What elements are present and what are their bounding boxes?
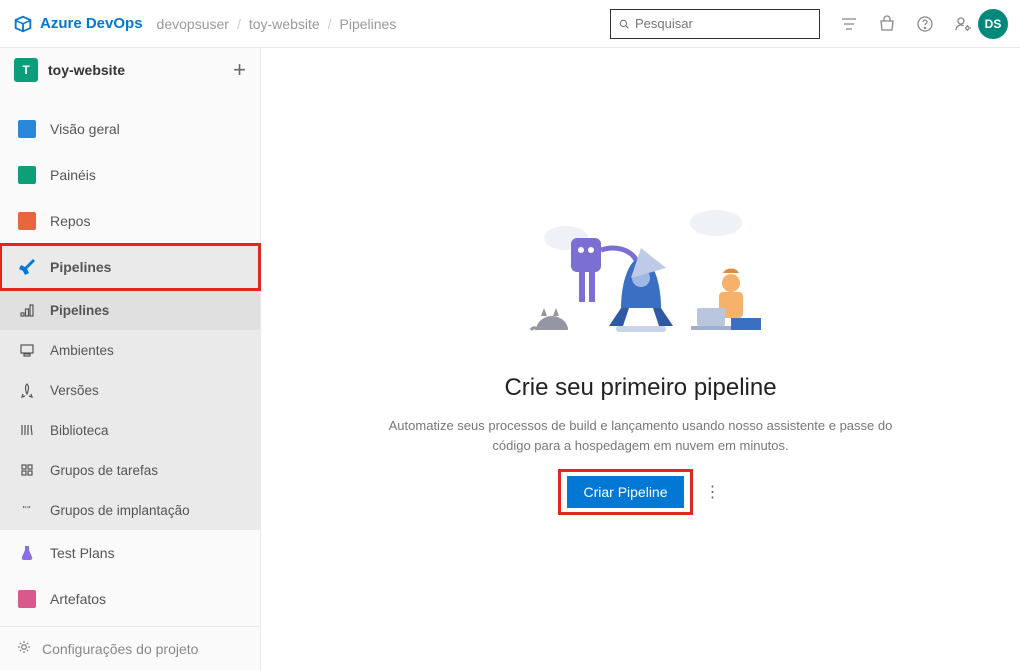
cta-row: Criar Pipeline ⋮ (558, 469, 722, 515)
marketplace-icon[interactable] (878, 15, 896, 33)
pipelines-sub-icon (16, 299, 38, 321)
avatar[interactable]: DS (978, 9, 1008, 39)
project-settings-label: Configurações do projeto (42, 641, 198, 657)
sidebar-item-artifacts[interactable]: Artefatos (0, 576, 260, 622)
breadcrumb-item-area[interactable]: Pipelines (340, 16, 397, 32)
breadcrumb: devopsuser / toy-website / Pipelines (153, 16, 401, 32)
submenu-item-pipelines[interactable]: Pipelines (0, 290, 260, 330)
submenu-item-releases[interactable]: Versões (0, 370, 260, 410)
help-icon[interactable] (916, 15, 934, 33)
testplans-icon (16, 542, 38, 564)
search-box[interactable] (610, 9, 820, 39)
sidebar-item-testplans[interactable]: Test Plans (0, 530, 260, 576)
more-actions-icon[interactable]: ⋮ (705, 482, 723, 502)
submenu-item-label: Grupos de implantação (50, 503, 190, 518)
submenu-item-library[interactable]: Biblioteca (0, 410, 260, 450)
submenu-item-environments[interactable]: Ambientes (0, 330, 260, 370)
repos-icon (16, 210, 38, 232)
breadcrumb-item-org[interactable]: devopsuser (157, 16, 229, 32)
header-actions (840, 15, 972, 33)
page-subtitle: Automatize seus processos de build e lan… (381, 416, 901, 455)
cta-highlight-box: Criar Pipeline (558, 469, 692, 515)
main-content: Crie seu primeiro pipeline Automatize se… (261, 48, 1020, 670)
breadcrumb-separator-icon: / (237, 16, 241, 32)
left-sidebar: T toy-website + Visão geral Painéis Repo… (0, 48, 261, 670)
sidebar-item-label: Test Plans (50, 545, 115, 561)
overview-icon (16, 118, 38, 140)
pipelines-submenu: Pipelines Ambientes Versões Biblioteca G… (0, 290, 260, 530)
azure-devops-logo-icon (12, 13, 34, 35)
project-name: toy-website (48, 62, 233, 78)
sidebar-item-overview[interactable]: Visão geral (0, 106, 260, 152)
sidebar-item-repos[interactable]: Repos (0, 198, 260, 244)
environments-icon (16, 339, 38, 361)
sidebar-item-label: Repos (50, 213, 90, 229)
create-pipeline-button[interactable]: Criar Pipeline (567, 476, 683, 508)
brand-label[interactable]: Azure DevOps (40, 15, 143, 32)
artifacts-icon (16, 588, 38, 610)
submenu-item-deployment-groups[interactable]: "" Grupos de implantação (0, 490, 260, 530)
user-settings-icon[interactable] (954, 15, 972, 33)
library-icon (16, 419, 38, 441)
submenu-item-label: Pipelines (50, 303, 109, 318)
new-item-icon[interactable]: + (233, 57, 246, 83)
breadcrumb-separator-icon: / (328, 16, 332, 32)
page-title: Crie seu primeiro pipeline (504, 374, 776, 402)
search-icon (619, 17, 629, 31)
top-header: Azure DevOps devopsuser / toy-website / … (0, 0, 1020, 48)
gear-icon (16, 639, 32, 658)
pipelines-empty-illustration (491, 178, 791, 358)
submenu-item-label: Versões (50, 383, 99, 398)
sidebar-item-label: Pipelines (50, 259, 111, 275)
breadcrumb-item-project[interactable]: toy-website (249, 16, 320, 32)
releases-icon (16, 379, 38, 401)
search-input[interactable] (635, 16, 811, 31)
sidebar-item-boards[interactable]: Painéis (0, 152, 260, 198)
boards-icon (16, 164, 38, 186)
sidebar-item-label: Painéis (50, 167, 96, 183)
project-badge: T (14, 58, 38, 82)
sidebar-item-label: Artefatos (50, 591, 106, 607)
submenu-item-label: Grupos de tarefas (50, 463, 158, 478)
submenu-item-label: Biblioteca (50, 423, 109, 438)
submenu-item-taskgroups[interactable]: Grupos de tarefas (0, 450, 260, 490)
pipelines-icon (16, 256, 38, 278)
taskgroups-icon (16, 459, 38, 481)
submenu-item-label: Ambientes (50, 343, 114, 358)
deployment-groups-icon: "" (16, 499, 38, 521)
sidebar-item-pipelines[interactable]: Pipelines (0, 244, 260, 290)
project-settings-link[interactable]: Configurações do projeto (0, 626, 260, 670)
filters-icon[interactable] (840, 15, 858, 33)
nav-section: Visão geral Painéis Repos Pipelines Pipe… (0, 106, 260, 622)
project-header[interactable]: T toy-website + (0, 48, 260, 92)
sidebar-item-label: Visão geral (50, 121, 120, 137)
